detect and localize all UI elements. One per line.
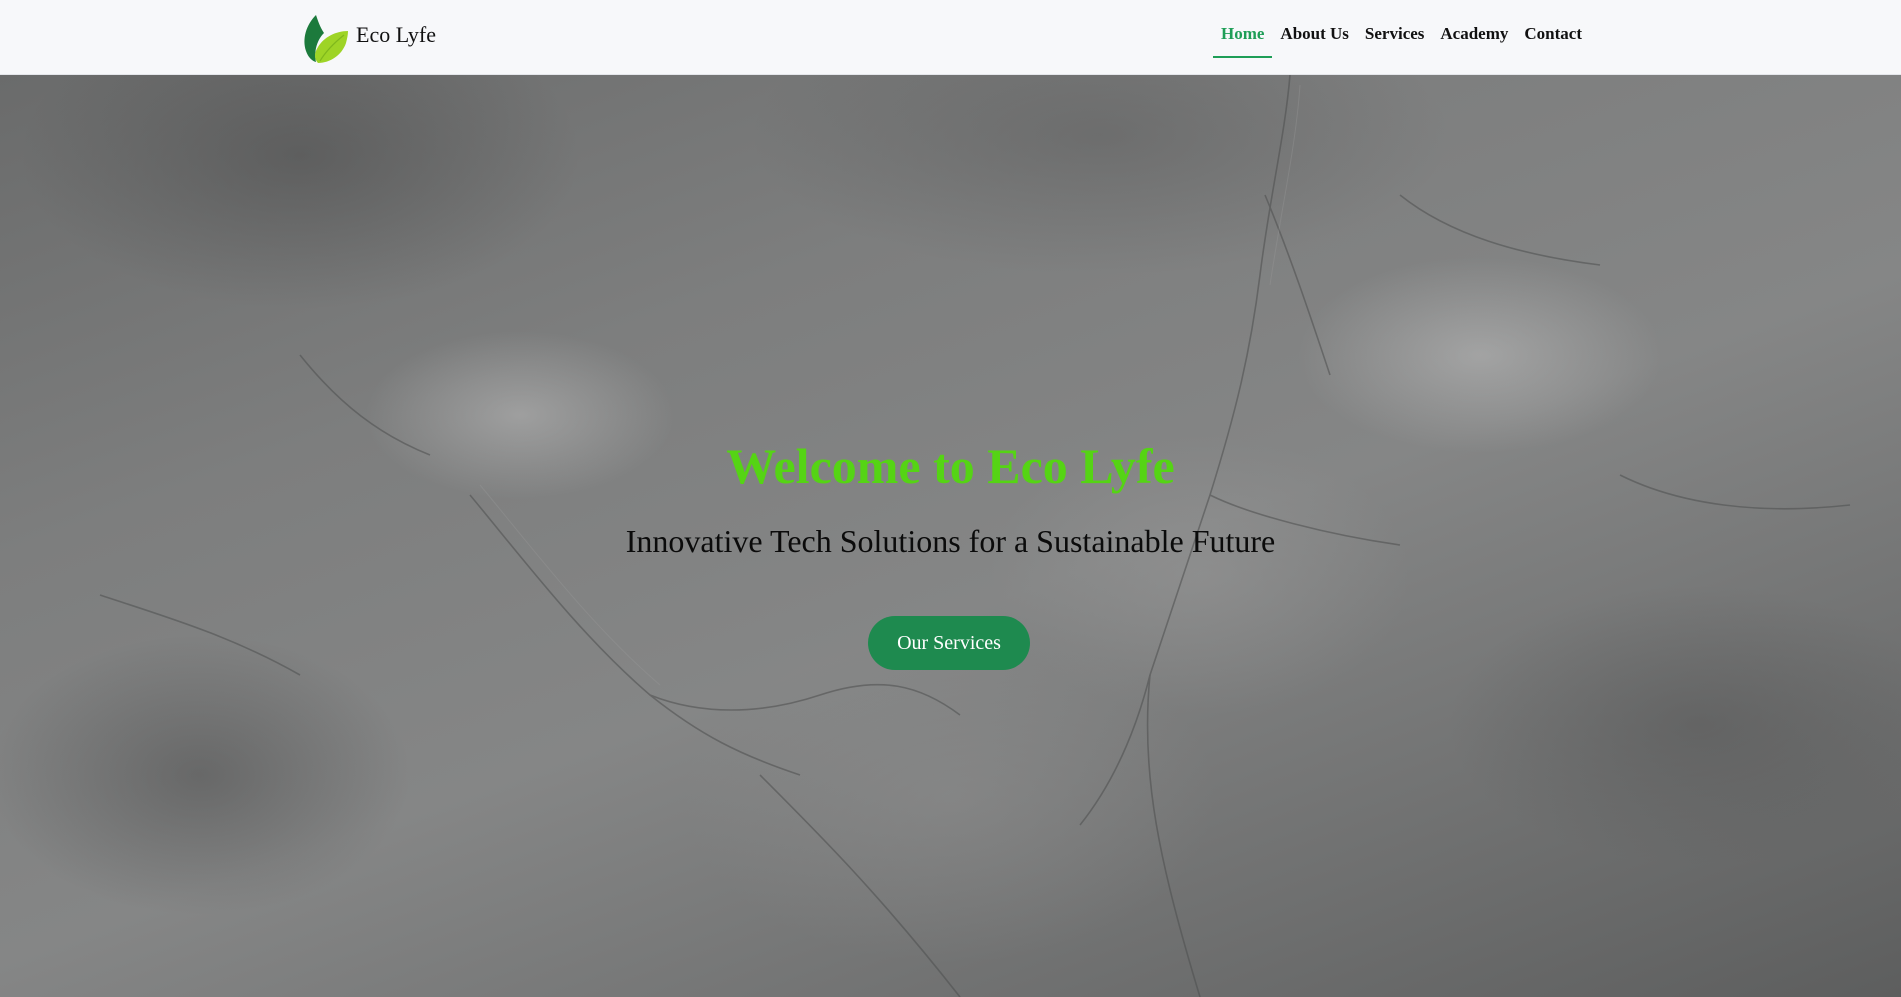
hero-subtitle: Innovative Tech Solutions for a Sustaina…: [625, 523, 1276, 559]
our-services-button[interactable]: Our Services: [868, 616, 1030, 670]
nav-item-services[interactable]: Services: [1357, 0, 1432, 70]
main-nav: Home About Us Services Academy Contact: [1212, 0, 1590, 75]
brand-name: Eco Lyfe: [356, 22, 437, 47]
nav-item-home[interactable]: Home: [1212, 0, 1273, 70]
nav-item-academy[interactable]: Academy: [1432, 0, 1516, 70]
navbar: Eco Lyfe Home About Us Services Academy …: [0, 0, 1901, 75]
nav-item-about-us[interactable]: About Us: [1272, 0, 1357, 70]
brand-link[interactable]: Eco Lyfe: [302, 13, 436, 63]
hero-title: Welcome to Eco Lyfe: [726, 438, 1175, 494]
nav-item-contact[interactable]: Contact: [1516, 0, 1590, 70]
hero-section: Welcome to Eco Lyfe Innovative Tech Solu…: [0, 75, 1901, 997]
leaf-icon: [304, 15, 348, 63]
